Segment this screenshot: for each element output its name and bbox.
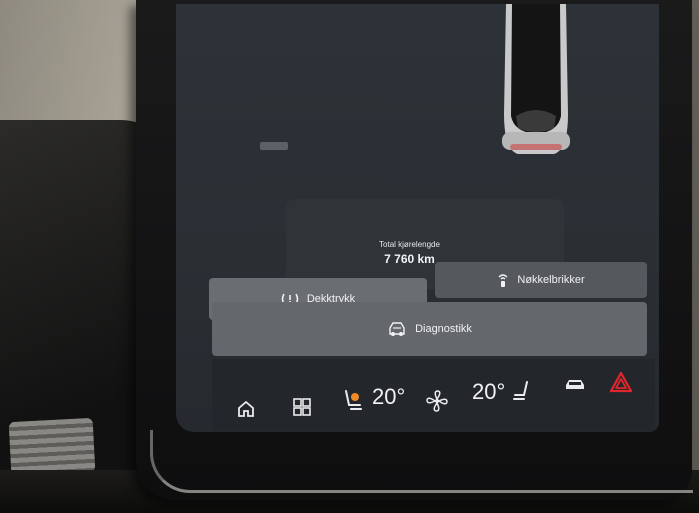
chrome-trim <box>150 430 693 493</box>
hazard-button[interactable] <box>610 371 632 393</box>
home-button[interactable] <box>236 399 256 419</box>
diagnostics-icon <box>387 320 407 338</box>
odometer-label: Total kjørelengde <box>379 240 440 249</box>
pedal <box>8 417 96 477</box>
passenger-seat-icon <box>513 381 528 400</box>
apps-grid-icon <box>293 398 311 416</box>
key-fobs-label: Nøkkelbrikker <box>517 274 585 286</box>
diagnostics-label: Diagnostikk <box>415 323 472 335</box>
hazard-icon <box>610 371 632 393</box>
driver-seat-heat-icon <box>345 390 362 410</box>
key-fob-icon <box>497 273 509 287</box>
fan-button[interactable] <box>425 389 449 413</box>
car-icon <box>566 380 584 389</box>
driver-seat-heat-button[interactable] <box>342 387 364 413</box>
infotainment-screen: Total kjørelengde 7 760 km Nøkkelbrikker… <box>176 4 659 432</box>
status-indicator <box>260 142 288 150</box>
car-top-view-icon <box>502 4 570 154</box>
key-fobs-button[interactable]: Nøkkelbrikker <box>435 262 647 298</box>
apps-button[interactable] <box>292 397 312 417</box>
car-controls-button[interactable] <box>564 377 586 393</box>
diagnostics-button[interactable]: Diagnostikk <box>212 302 647 356</box>
passenger-temperature[interactable]: 20° <box>472 379 505 405</box>
home-icon <box>238 400 254 417</box>
passenger-seat-button[interactable] <box>512 379 532 403</box>
taskbar: 20° 20° <box>212 359 655 431</box>
driver-temperature[interactable]: 20° <box>372 384 405 410</box>
fan-icon <box>426 390 448 412</box>
